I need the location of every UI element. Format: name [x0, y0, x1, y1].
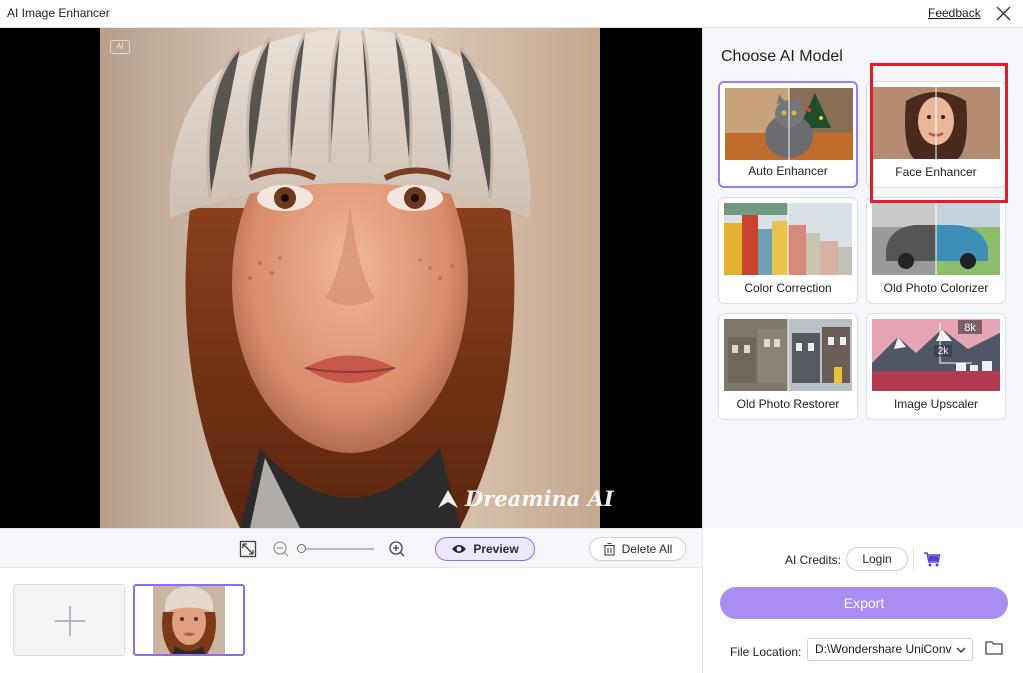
divider	[913, 548, 914, 570]
old-photo-restorer-label: Old Photo Restorer	[736, 397, 840, 411]
window-title: AI Image Enhancer	[7, 6, 110, 20]
file-location-label: File Location:	[730, 645, 802, 659]
upscale-2k-mark: 2k	[938, 346, 950, 357]
file-location-select[interactable]: D:\Wondershare UniConv	[807, 638, 973, 661]
color-correction-label: Color Correction	[744, 281, 832, 295]
face-enhancer-thumbnail	[872, 87, 1000, 159]
upscale-8k-mark: 8k	[964, 322, 976, 334]
model-card-image-upscaler[interactable]: 8k 2k Image Upscaler	[866, 313, 1006, 420]
image-upscaler-label: Image Upscaler	[893, 397, 979, 411]
login-button[interactable]: Login	[846, 547, 908, 571]
image-thumbnail-strip	[0, 569, 702, 673]
ai-credits-label: AI Credits:	[785, 553, 842, 567]
chevron-down-icon	[956, 647, 966, 653]
choose-model-heading: Choose AI Model	[721, 48, 843, 65]
preview-toolbar: Preview Delete All	[0, 528, 702, 568]
image-upscaler-thumbnail: 8k 2k	[872, 319, 1000, 391]
watermark-text: Dreamina AI	[465, 486, 614, 511]
feedback-link[interactable]: Feedback	[928, 6, 981, 20]
export-button[interactable]: Export	[720, 587, 1008, 619]
face-enhancer-label: Face Enhancer	[895, 165, 977, 179]
old-photo-restorer-thumbnail	[724, 319, 852, 391]
delete-all-button[interactable]: Delete All	[589, 537, 686, 561]
preview-button-label: Preview	[473, 542, 519, 556]
image-thumbnail-selected[interactable]	[133, 584, 245, 656]
auto-enhancer-thumbnail	[725, 88, 853, 160]
auto-enhancer-label: Auto Enhancer	[748, 164, 828, 178]
zoom-in-icon[interactable]	[388, 540, 406, 558]
add-image-button[interactable]	[13, 584, 125, 656]
watermark: Dreamina AI	[436, 486, 614, 511]
zoom-slider-handle[interactable]	[297, 544, 306, 553]
zoom-out-icon[interactable]	[272, 540, 290, 558]
close-icon[interactable]	[995, 5, 1012, 22]
old-photo-colorizer-label: Old Photo Colorizer	[883, 281, 989, 295]
color-correction-thumbnail	[724, 203, 852, 275]
old-photo-colorizer-thumbnail	[872, 203, 1000, 275]
model-card-old-photo-restorer[interactable]: Old Photo Restorer	[718, 313, 858, 420]
model-card-face-enhancer[interactable]: Face Enhancer	[866, 81, 1006, 188]
dreamina-logo-icon	[438, 489, 458, 508]
image-preview-area: AI Dreamina AI	[0, 28, 702, 528]
thumbnail-image	[153, 586, 225, 654]
title-bar: AI Image Enhancer Feedback	[0, 0, 1023, 28]
preview-image	[100, 28, 600, 528]
model-card-color-correction[interactable]: Color Correction	[718, 197, 858, 304]
fit-screen-icon[interactable]	[239, 540, 257, 558]
preview-button[interactable]: Preview	[435, 537, 535, 561]
eye-icon	[452, 545, 467, 553]
delete-all-label: Delete All	[621, 542, 673, 556]
zoom-slider[interactable]	[297, 544, 374, 553]
ai-generated-badge: AI	[110, 40, 130, 54]
file-location-value: D:\Wondershare UniConv	[815, 642, 952, 656]
folder-icon[interactable]	[985, 640, 1003, 656]
ai-model-panel: Choose AI Model Auto Enhancer Face Enhan…	[702, 28, 1023, 528]
model-card-auto-enhancer[interactable]: Auto Enhancer	[718, 81, 858, 188]
trash-icon	[603, 542, 615, 556]
model-card-old-photo-colorizer[interactable]: Old Photo Colorizer	[866, 197, 1006, 304]
export-panel: AI Credits: Login Export File Location: …	[702, 528, 1023, 673]
cart-icon[interactable]	[923, 550, 941, 568]
